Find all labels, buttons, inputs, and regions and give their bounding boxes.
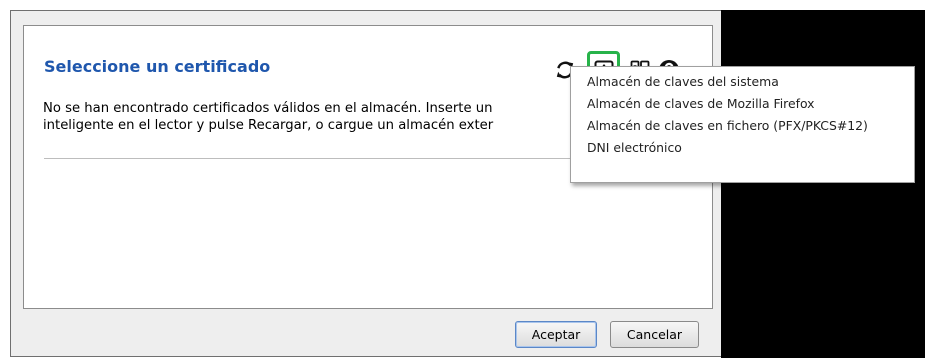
screenshot-stage: Seleccione un certificado No se han enco…	[0, 0, 925, 358]
menu-item-pkcs12-file[interactable]: Almacén de claves en fichero (PFX/PKCS#1…	[571, 115, 914, 137]
no-certificates-message: No se han encontrado certificados válido…	[43, 100, 603, 134]
certificate-dialog: Seleccione un certificado No se han enco…	[10, 10, 721, 357]
menu-item-firefox-keystore[interactable]: Almacén de claves de Mozilla Firefox	[571, 93, 914, 115]
menu-item-system-keystore[interactable]: Almacén de claves del sistema	[571, 71, 914, 93]
menu-item-dnie[interactable]: DNI electrónico	[571, 137, 914, 159]
dialog-title: Seleccione un certificado	[44, 57, 271, 76]
cancel-button[interactable]: Cancelar	[610, 321, 699, 348]
background-region	[721, 10, 925, 358]
message-line-2: inteligente en el lector y pulse Recarga…	[43, 118, 494, 133]
accept-button[interactable]: Aceptar	[515, 321, 597, 348]
message-line-1: No se han encontrado certificados válido…	[43, 101, 493, 116]
keystore-dropdown-menu: Almacén de claves del sistema Almacén de…	[570, 66, 915, 183]
